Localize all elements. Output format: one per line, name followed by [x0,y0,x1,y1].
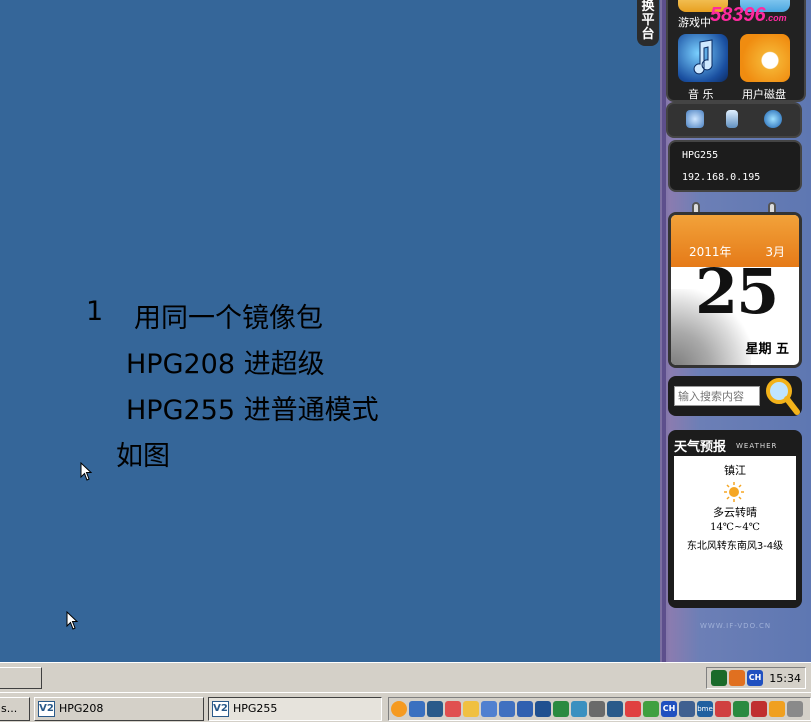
sidebar-edge [662,0,666,662]
tray-icon[interactable] [625,701,641,717]
tray-icon[interactable] [715,701,731,717]
tools-widget [666,102,802,138]
tray-icon[interactable] [409,701,425,717]
tray-icon[interactable] [769,701,785,717]
ip-address: 192.168.0.195 [682,172,761,183]
tray-icon[interactable] [751,701,767,717]
tray-icon[interactable] [445,701,461,717]
user-disk-tile-label: 用户磁盘 [742,88,786,101]
tray-icon[interactable] [499,701,515,717]
mouse-cursor-icon [80,462,93,481]
network-tray-icon[interactable] [729,670,745,686]
search-widget [668,376,802,416]
tab-char: 换 [641,0,655,14]
note-line1-number: 1 [86,296,104,327]
weather-description: 多云转晴 [713,506,757,519]
taskbar-item-hpg208[interactable]: V2 HPG208 [34,697,204,721]
globe-icon[interactable] [764,110,782,128]
tab-char: 平 [641,13,655,28]
weather-title: 天气预报 [674,440,727,455]
host-taskbar: s... V2 HPG208 V2 HPG255 CH bme [0,692,811,722]
vnc-tray-icon[interactable] [427,701,443,717]
tray-icon[interactable] [589,701,605,717]
weather-panel: 镇江 多云转晴 14℃~4℃ 东北风转东南风3-4级 [674,456,796,600]
tray-icon[interactable] [643,701,659,717]
sun-icon [724,482,744,502]
network-info-widget: HPG255 192.168.0.195 [668,140,802,192]
logo-text: 58396 [710,4,766,26]
remote-taskbar: CH 15:34 [0,662,811,692]
sidebar-footer-url: WWW.IF-VDO.CN [700,622,772,630]
tray-icon[interactable] [679,701,695,717]
weather-city: 镇江 [724,464,746,477]
wrench-icon[interactable] [686,110,704,128]
calendar-widget: 2011年 3月 25 星期 五 [668,212,802,368]
vnc-tray-icon[interactable] [711,670,727,686]
vnc-tray-icon[interactable] [607,701,623,717]
game-tile-label: 游戏中 [678,16,711,29]
browser-tray-icon[interactable] [391,701,407,717]
ime-badge[interactable]: CH [747,670,763,686]
switch-platform-tab[interactable]: 换 平 台 [637,0,659,46]
note-line4: 如图 [116,441,170,472]
weather-wind: 东北风转东南风3-4级 [686,541,784,552]
logo-sub: .com [765,13,787,23]
music-tile-label: 音 乐 [688,88,714,101]
mouse-cursor-icon [66,611,79,630]
note-line3: HPG255 进普通模式 [126,395,379,426]
taskbar-item-label: HPG208 [59,702,104,715]
remote-clock: 15:34 [769,672,801,685]
battery-icon[interactable] [726,110,738,128]
tray-icon[interactable] [463,701,479,717]
tray-icon[interactable] [553,701,569,717]
remote-system-tray: CH 15:34 [706,667,806,689]
calendar-day: 25 [695,255,779,328]
tray-icon[interactable] [535,701,551,717]
taskbar-item-hpg255[interactable]: V2 HPG255 [208,697,382,721]
tray-icon[interactable] [481,701,497,717]
ime-badge[interactable]: CH [661,701,677,717]
note-line2: HPG208 进超级 [126,349,325,380]
tray-badge[interactable]: bme [697,701,713,717]
host-system-tray: CH bme [388,697,811,721]
search-input[interactable] [674,386,760,406]
search-icon[interactable] [764,376,800,416]
weather-temperature: 14℃~4℃ [710,522,760,533]
tray-icon[interactable] [733,701,749,717]
site-watermark-logo: 58396.com [710,4,810,42]
tray-icon[interactable] [517,701,533,717]
note-line1: 用同一个镜像包 [134,303,323,334]
vnc-app-icon: V2 [212,701,229,717]
tab-char: 台 [641,27,655,42]
vnc-app-icon: V2 [38,701,55,717]
weather-title-en: WEATHER [736,442,778,450]
remote-start-button[interactable] [0,667,42,689]
tray-icon[interactable] [571,701,587,717]
weather-widget: 天气预报 WEATHER 镇江 多云转晴 14℃~4℃ 东北风转东南风3-4级 [668,430,802,608]
taskbar-item-truncated[interactable]: s... [0,697,30,721]
calendar-weekday: 星期 五 [745,342,789,357]
host-name: HPG255 [682,150,719,161]
tray-icon[interactable] [787,701,803,717]
taskbar-item-label: HPG255 [233,702,278,715]
